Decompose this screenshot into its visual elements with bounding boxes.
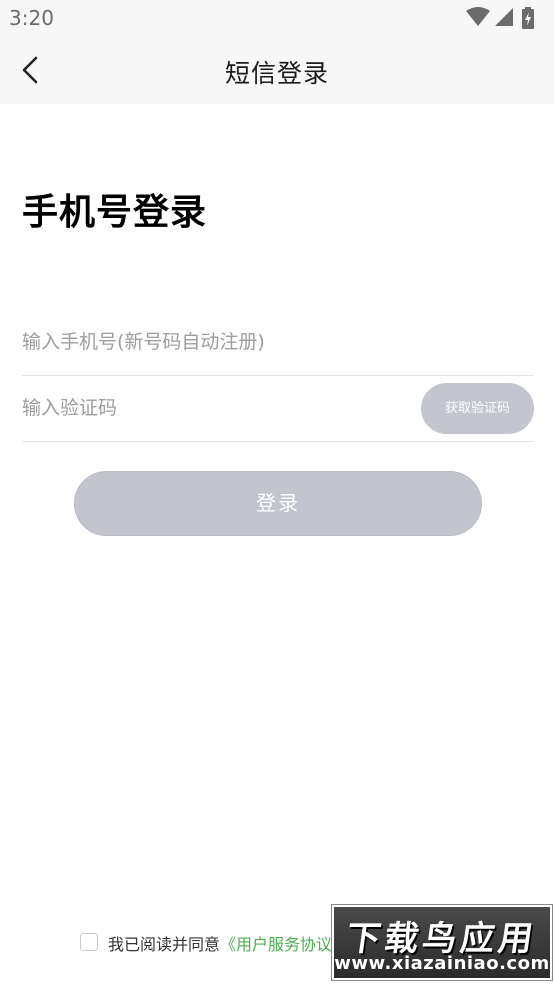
cell-signal-icon — [495, 8, 513, 26]
agreement-text: 我已阅读并同意《用户服务协议 — [108, 931, 332, 955]
wifi-icon — [466, 7, 490, 26]
watermark-url: www.xiazainiao.com — [334, 953, 550, 974]
nav-title: 短信登录 — [224, 59, 329, 88]
login-button[interactable]: 登录 — [74, 471, 482, 536]
page-heading: 手机号登录 — [22, 192, 208, 233]
code-field-row: 获取验证码 — [22, 376, 534, 442]
status-icons — [466, 7, 546, 29]
get-code-button[interactable]: 获取验证码 — [421, 383, 534, 434]
nav-bar: 短信登录 — [0, 36, 554, 104]
status-bar: 3:20 — [0, 0, 554, 36]
phone-field-row — [22, 310, 534, 376]
login-screen: 3:20 短信登录 手机号登录 获取验证码 — [0, 0, 554, 984]
agreement-prefix: 我已阅读并同意 — [108, 935, 221, 954]
status-time: 3:20 — [9, 6, 54, 30]
watermark-logo: 下载鸟应用 www.xiazainiao.com — [332, 905, 552, 980]
user-service-agreement-link[interactable]: 《用户服务协议 — [220, 935, 332, 954]
agree-checkbox[interactable] — [80, 933, 98, 951]
phone-input[interactable] — [22, 310, 534, 374]
battery-charging-icon — [522, 7, 534, 29]
verification-code-input[interactable] — [22, 376, 412, 440]
